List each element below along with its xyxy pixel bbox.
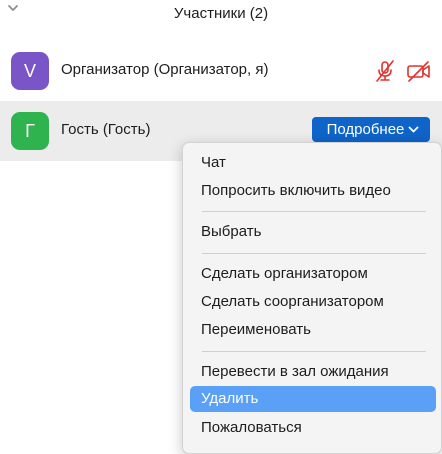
menu-item-move-to-waiting-room[interactable]: Перевести в зал ожидания xyxy=(190,359,436,385)
menu-item-chat[interactable]: Чат xyxy=(190,150,436,176)
menu-item-make-cohost[interactable]: Сделать соорганизатором xyxy=(190,289,436,315)
avatar: Г xyxy=(11,112,49,150)
menu-divider xyxy=(202,351,426,352)
participant-name: Гость (Гость) xyxy=(61,121,151,138)
avatar: V xyxy=(11,52,49,90)
participant-row-organizer[interactable]: V Организатор (Организатор, я) xyxy=(0,41,442,101)
menu-item-remove[interactable]: Удалить xyxy=(190,386,436,412)
chevron-down-icon xyxy=(408,126,419,132)
menu-item-rename[interactable]: Переименовать xyxy=(190,317,436,343)
menu-item-pin[interactable]: Выбрать xyxy=(190,219,436,245)
menu-divider xyxy=(202,253,426,254)
more-button-label: Подробнее xyxy=(326,121,405,138)
menu-item-ask-start-video[interactable]: Попросить включить видео xyxy=(190,178,436,204)
participant-context-menu: Чат Попросить включить видео Выбрать Сде… xyxy=(182,142,442,454)
more-button[interactable]: Подробнее xyxy=(312,117,430,142)
participant-name: Организатор (Организатор, я) xyxy=(61,61,269,78)
menu-item-report[interactable]: Пожаловаться xyxy=(190,415,436,441)
menu-item-make-host[interactable]: Сделать организатором xyxy=(190,261,436,287)
video-off-icon[interactable] xyxy=(406,59,432,83)
participants-header: Участники (2) xyxy=(0,0,442,30)
mic-muted-icon[interactable] xyxy=(372,59,398,83)
participants-panel: Участники (2) V Организатор (Организатор… xyxy=(0,0,442,454)
participants-title: Участники (2) xyxy=(173,5,269,22)
menu-divider xyxy=(202,211,426,212)
